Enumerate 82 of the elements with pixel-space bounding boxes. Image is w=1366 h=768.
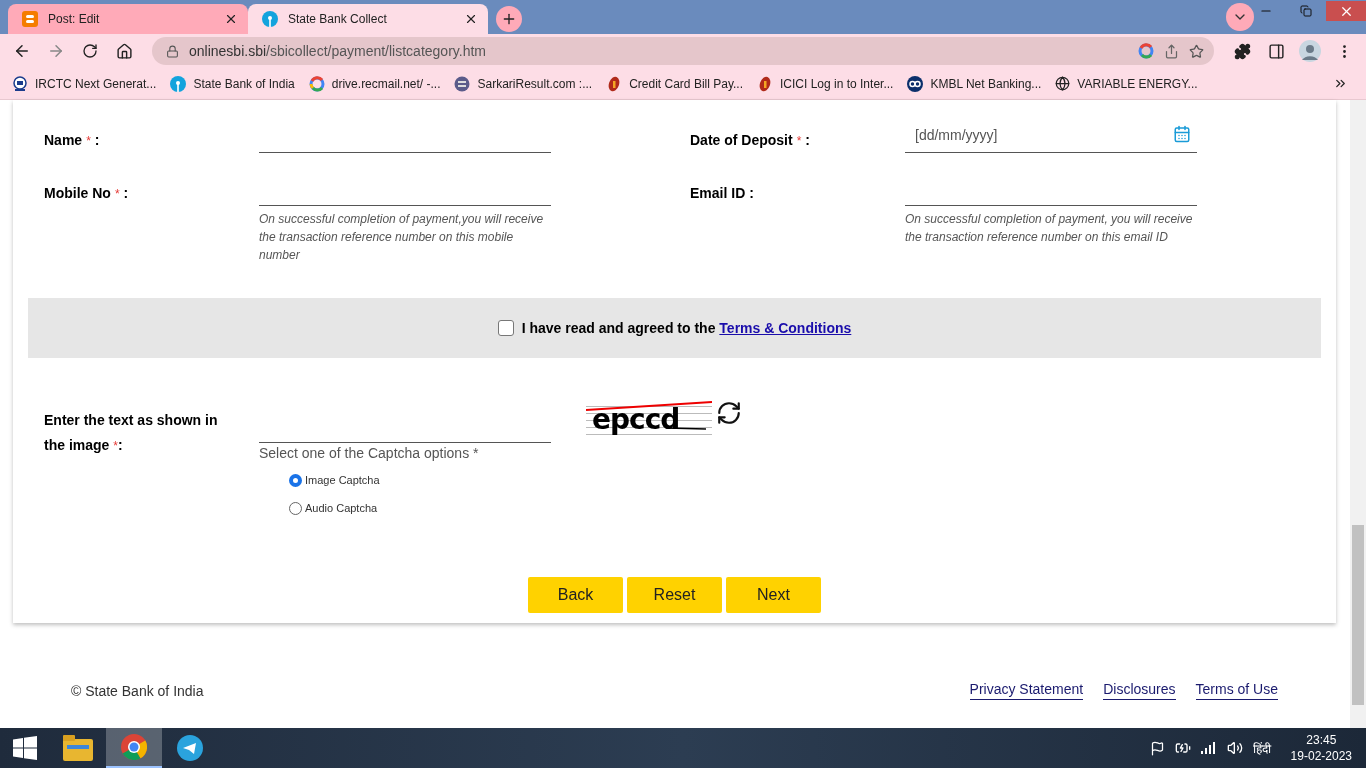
form-button[interactable]: Back bbox=[528, 577, 623, 613]
round-logo-icon bbox=[454, 75, 471, 92]
required-mark: * bbox=[86, 133, 91, 150]
terms-link[interactable]: Terms & Conditions bbox=[719, 320, 852, 336]
agreement-text: I have read and agreed to the Terms & Conditions bbox=[521, 320, 852, 336]
footer-link[interactable]: Terms of Use bbox=[1195, 681, 1278, 700]
folder-icon bbox=[63, 735, 93, 761]
browser-tab[interactable]: Post: Edit bbox=[8, 4, 248, 34]
label-colon: : bbox=[123, 184, 129, 203]
bank-logo-icon bbox=[757, 75, 773, 92]
clock[interactable]: 23:45 19-02-2023 bbox=[1290, 732, 1352, 764]
refresh-icon[interactable] bbox=[716, 400, 742, 426]
radio-button[interactable] bbox=[289, 473, 302, 487]
flag-icon[interactable] bbox=[1149, 740, 1165, 756]
arrow-right-icon[interactable] bbox=[47, 42, 65, 60]
train-logo-icon bbox=[12, 75, 28, 92]
captcha-option[interactable]: Image Captcha bbox=[289, 471, 551, 489]
label-colon: : bbox=[749, 184, 754, 203]
captcha-option[interactable]: Audio Captcha bbox=[289, 499, 551, 517]
field-hint: On successful completion of payment, you will receive the transaction reference number on this email ID bbox=[905, 211, 1194, 246]
lock-icon bbox=[166, 44, 179, 58]
globe-icon bbox=[1055, 76, 1071, 91]
field-label: Date of Deposit bbox=[690, 131, 793, 150]
bank-logo-icon bbox=[262, 11, 278, 27]
field-label: Mobile No bbox=[44, 184, 111, 203]
captcha-label: Enter the text as shown in bbox=[44, 411, 218, 430]
chrome-icon bbox=[121, 734, 147, 760]
star-icon[interactable] bbox=[1189, 43, 1204, 59]
close-button[interactable] bbox=[1326, 1, 1366, 21]
puzzle-icon[interactable] bbox=[1233, 42, 1251, 60]
footer-link[interactable]: Disclosures bbox=[1103, 681, 1176, 700]
bookmark-link[interactable]: SarkariResult.com :... bbox=[454, 75, 593, 92]
address-bar[interactable]: onlinesbi.sbi/sbicollect/payment/listcategory.htm bbox=[152, 37, 1214, 65]
bookmark-link[interactable]: ICICI Log in to Inter... bbox=[757, 75, 894, 92]
reload-icon[interactable] bbox=[82, 43, 98, 59]
label-colon: : bbox=[118, 436, 123, 455]
form-button[interactable]: Reset bbox=[627, 577, 722, 613]
required-mark: * bbox=[113, 438, 119, 455]
share-icon[interactable] bbox=[1164, 43, 1179, 59]
field-label: Email ID bbox=[690, 184, 746, 203]
battery-icon[interactable] bbox=[1174, 740, 1191, 756]
form-button[interactable]: Next bbox=[726, 577, 821, 613]
bookmark-link[interactable]: State Bank of India bbox=[170, 75, 295, 92]
google-icon bbox=[308, 75, 325, 92]
bank-logo-icon bbox=[170, 75, 187, 92]
required-mark: * bbox=[114, 186, 120, 203]
home-icon[interactable] bbox=[115, 42, 133, 60]
close-icon[interactable] bbox=[224, 12, 238, 26]
language-indicator[interactable]: हिंदी bbox=[1252, 739, 1271, 757]
windows-logo-icon[interactable] bbox=[13, 736, 37, 760]
plus-icon[interactable] bbox=[501, 11, 517, 27]
captcha-prompt: Select one of the Captcha options * bbox=[259, 445, 480, 461]
google-icon[interactable] bbox=[1138, 43, 1154, 59]
field-label: Name bbox=[44, 131, 83, 150]
required-mark: * bbox=[796, 133, 802, 150]
blogger-icon bbox=[22, 11, 38, 27]
bookmark-link[interactable]: drive.recmail.net/ -... bbox=[308, 75, 441, 92]
date-field[interactable]: [dd/mm/yyyy] bbox=[905, 118, 1197, 153]
footer-link[interactable]: Privacy Statement bbox=[969, 681, 1084, 700]
captcha-image: epccd bbox=[586, 400, 712, 438]
label-colon: : bbox=[805, 131, 811, 150]
calendar-icon[interactable] bbox=[1173, 125, 1191, 143]
label-colon: : bbox=[94, 131, 100, 150]
agree-checkbox[interactable] bbox=[497, 320, 514, 336]
scrollbar[interactable] bbox=[1350, 100, 1366, 728]
volume-icon[interactable] bbox=[1226, 740, 1243, 756]
restore-icon[interactable] bbox=[1300, 5, 1312, 17]
captcha-label: the image bbox=[44, 436, 110, 455]
browser-tab[interactable]: State Bank Collect bbox=[248, 4, 488, 34]
bookmark-link[interactable]: Credit Card Bill Pay... bbox=[606, 75, 743, 92]
radio-button[interactable] bbox=[289, 501, 302, 515]
field-hint: On successful completion of payment,you will receive the transaction reference number on this mobile number bbox=[259, 211, 545, 264]
close-icon[interactable] bbox=[464, 12, 478, 26]
bank-logo-icon bbox=[907, 75, 924, 92]
new-tab-button[interactable] bbox=[496, 6, 522, 32]
side-panel-icon[interactable] bbox=[1267, 42, 1285, 60]
copyright-text: © State Bank of India bbox=[71, 682, 205, 699]
signal-icon[interactable] bbox=[1200, 742, 1217, 754]
bookmark-link[interactable]: VARIABLE ENERGY... bbox=[1055, 76, 1198, 91]
bookmark-link[interactable]: KMBL Net Banking... bbox=[907, 75, 1042, 92]
telegram-icon bbox=[177, 735, 203, 761]
bookmark-link[interactable]: IRCTC Next Generat... bbox=[12, 75, 157, 92]
